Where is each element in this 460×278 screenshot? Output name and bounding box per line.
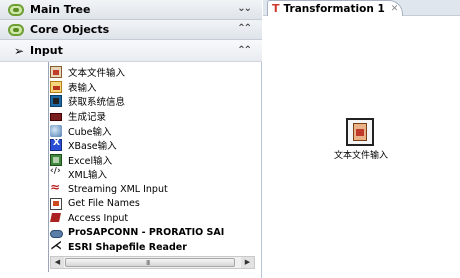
step-item-label: Get File Names xyxy=(68,198,140,210)
step-item-label: XBase输入 xyxy=(68,141,117,153)
step-item-xml-input[interactable]: XML输入 xyxy=(50,167,255,182)
text-file-input-icon xyxy=(50,66,62,79)
transformation-canvas-panel: T Transformation 1 ✕ 文本文件输入 xyxy=(263,0,460,278)
step-item-label: 生成记录 xyxy=(68,112,107,124)
tab-title: Transformation 1 xyxy=(283,2,385,15)
scroll-grip: III xyxy=(146,259,150,267)
step-item-system-info[interactable]: 获取系统信息 xyxy=(50,94,255,109)
table-input-icon xyxy=(50,80,62,93)
step-item-excel-input[interactable]: Excel输入 xyxy=(50,153,255,168)
core-objects-label: Core Objects xyxy=(30,23,110,36)
sap-connector-icon xyxy=(50,227,63,239)
collapse-category-icon[interactable]: ⌃⌃ xyxy=(237,45,252,56)
xml-input-icon xyxy=(50,167,62,180)
step-item-table-input[interactable]: 表输入 xyxy=(50,80,255,95)
horizontal-scrollbar[interactable]: ◀ III ▶ xyxy=(50,256,255,269)
scroll-right-icon[interactable]: ▶ xyxy=(241,257,254,268)
streaming-xml-icon xyxy=(50,182,62,195)
scrollbar-thumb[interactable]: III xyxy=(65,258,235,267)
cube-input-icon xyxy=(50,124,62,137)
step-item-esri-shapefile[interactable]: ESRI Shapefile Reader xyxy=(50,240,255,255)
step-item-label: 表输入 xyxy=(68,82,97,94)
system-info-icon xyxy=(50,95,62,108)
step-item-label: Streaming XML Input xyxy=(68,183,168,195)
main-tree-header[interactable]: Main Tree ⌄⌄ xyxy=(0,0,262,20)
esri-shapefile-icon xyxy=(50,240,62,253)
category-arrow-icon: ➢ xyxy=(14,44,25,58)
expand-chevron-icon[interactable]: ⌄⌄ xyxy=(237,3,252,14)
step-item-cube-input[interactable]: Cube输入 xyxy=(50,123,255,138)
scroll-left-icon[interactable]: ◀ xyxy=(51,257,64,268)
tab-transformation-1[interactable]: T Transformation 1 ✕ xyxy=(267,0,403,16)
step-item-label: Cube输入 xyxy=(68,126,112,138)
step-item-get-file-names[interactable]: Get File Names xyxy=(50,196,255,211)
step-item-label: 文本文件输入 xyxy=(68,68,126,80)
excel-input-icon xyxy=(50,153,62,166)
get-file-names-icon xyxy=(50,197,62,210)
core-objects-header[interactable]: Core Objects ⌃⌃ xyxy=(0,20,262,40)
step-item-text-file-input[interactable]: 文本文件输入 xyxy=(50,65,255,80)
step-item-label: ProSAPCONN - PRORATIO SAI xyxy=(68,227,225,239)
tree-icon xyxy=(8,4,24,16)
xbase-input-icon xyxy=(50,138,62,152)
step-item-xbase-input[interactable]: XBase输入 xyxy=(50,138,255,153)
collapse-chevron-icon[interactable]: ⌃⌃ xyxy=(237,23,252,34)
design-tree-panel: Main Tree ⌄⌄ Core Objects ⌃⌃ ➢ Input ⌃⌃ … xyxy=(0,0,262,278)
canvas-step-label: 文本文件输入 xyxy=(333,151,388,161)
step-item-label: XML输入 xyxy=(68,170,107,182)
generate-rows-icon xyxy=(50,113,62,122)
input-steps-list: 文本文件输入 表输入 获取系统信息 生成记录 Cube输入 XBase输入 Ex… xyxy=(50,65,255,255)
main-tree-label: Main Tree xyxy=(30,3,91,16)
step-item-label: Excel输入 xyxy=(68,155,113,167)
close-icon[interactable]: ✕ xyxy=(391,4,399,14)
editor-tab-bar: T Transformation 1 ✕ xyxy=(263,0,460,16)
input-category-label: Input xyxy=(30,44,63,57)
tree-guide-line xyxy=(48,62,49,272)
step-item-generate-rows[interactable]: 生成记录 xyxy=(50,109,255,124)
step-item-sap-connector[interactable]: ProSAPCONN - PRORATIO SAI xyxy=(50,226,255,241)
core-objects-icon xyxy=(8,24,24,36)
input-category-header[interactable]: ➢ Input ⌃⌃ xyxy=(0,40,262,62)
access-input-icon xyxy=(50,212,62,224)
step-item-streaming-xml[interactable]: Streaming XML Input xyxy=(50,182,255,197)
step-item-label: 获取系统信息 xyxy=(68,97,126,109)
step-item-label: Access Input xyxy=(68,212,129,224)
step-item-label: ESRI Shapefile Reader xyxy=(68,241,187,253)
canvas-step-text-file-input[interactable] xyxy=(346,118,374,146)
text-file-input-icon xyxy=(353,123,367,141)
step-item-access-input[interactable]: Access Input xyxy=(50,211,255,226)
transformation-icon: T xyxy=(272,2,280,15)
